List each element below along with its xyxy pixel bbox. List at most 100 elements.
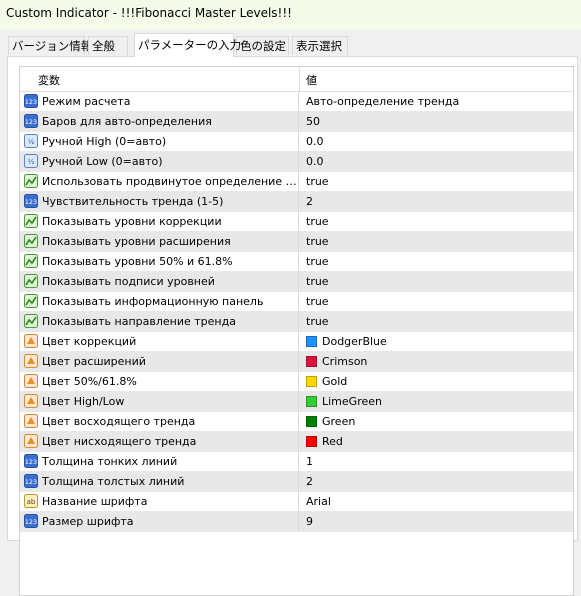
parameter-value[interactable]: LimeGreen	[322, 395, 382, 408]
parameter-name: Название шрифта	[42, 495, 148, 508]
tab-general[interactable]: 全般	[88, 36, 128, 55]
parameter-value[interactable]: Gold	[322, 375, 347, 388]
parameter-name-cell: Цвет 50%/61.8%	[20, 372, 299, 391]
parameter-row[interactable]: ½ Ручной High (0=авто) 0.0	[20, 132, 573, 152]
tab-color-settings[interactable]: 色の設定	[236, 36, 289, 55]
tab-version-info[interactable]: バージョン情報	[8, 36, 92, 55]
parameter-name: Цвет High/Low	[42, 395, 125, 408]
parameter-name-cell: Цвет коррекций	[20, 332, 299, 351]
parameter-row[interactable]: 123 Толщина толстых линий 2	[20, 472, 573, 492]
parameter-row[interactable]: Цвет расширений Crimson	[20, 352, 573, 372]
parameter-name: Показывать уровни расширения	[42, 235, 231, 248]
parameter-value-cell[interactable]: 0.0	[299, 152, 573, 171]
parameter-value[interactable]: 0.0	[306, 155, 324, 168]
bool-icon	[24, 214, 38, 228]
parameter-value[interactable]: true	[306, 295, 329, 308]
parameter-row[interactable]: 123 Режим расчета Авто-определение тренда	[20, 92, 573, 112]
parameter-value[interactable]: true	[306, 255, 329, 268]
parameter-value[interactable]: Red	[322, 435, 343, 448]
parameter-row[interactable]: Показывать уровни расширения true	[20, 232, 573, 252]
color-icon	[24, 374, 38, 388]
parameter-row[interactable]: 123 Толщина тонких линий 1	[20, 452, 573, 472]
tab-visualization[interactable]: 表示選択	[292, 36, 348, 55]
color-swatch	[306, 376, 317, 387]
bool-icon	[24, 254, 38, 268]
parameter-value[interactable]: 2	[306, 195, 313, 208]
parameter-value-cell[interactable]: 2	[299, 192, 573, 211]
parameter-value[interactable]: Arial	[306, 495, 331, 508]
parameter-value[interactable]: Авто-определение тренда	[306, 95, 459, 108]
parameter-value[interactable]: 50	[306, 115, 320, 128]
parameter-row[interactable]: ab Название шрифта Arial	[20, 492, 573, 512]
parameter-value-cell[interactable]: 9	[299, 512, 573, 531]
parameter-value[interactable]: true	[306, 315, 329, 328]
parameter-value-cell[interactable]: Crimson	[299, 352, 573, 371]
parameter-value-cell[interactable]: 1	[299, 452, 573, 471]
window-title: Custom Indicator - !!!Fibonacci Master L…	[6, 6, 292, 20]
parameter-value-cell[interactable]: true	[299, 232, 573, 251]
parameter-value-cell[interactable]: true	[299, 312, 573, 331]
parameter-value-cell[interactable]: LimeGreen	[299, 392, 573, 411]
svg-text:123: 123	[25, 478, 37, 486]
parameter-row[interactable]: Показывать уровни коррекции true	[20, 212, 573, 232]
parameter-name-cell: Показывать информационную панель	[20, 292, 299, 311]
parameter-value-cell[interactable]: true	[299, 292, 573, 311]
color-swatch	[306, 436, 317, 447]
parameter-value-cell[interactable]: true	[299, 272, 573, 291]
svg-text:123: 123	[25, 118, 37, 126]
parameter-name: Толщина толстых линий	[42, 475, 185, 488]
parameter-value-cell[interactable]: Arial	[299, 492, 573, 511]
parameter-value[interactable]: true	[306, 275, 329, 288]
parameter-value[interactable]: Crimson	[322, 355, 367, 368]
parameter-row[interactable]: Цвет восходящего тренда Green	[20, 412, 573, 432]
parameter-name-cell: Показывать подписи уровней	[20, 272, 299, 291]
color-icon	[24, 434, 38, 448]
parameter-name: Показывать уровни 50% и 61.8%	[42, 255, 233, 268]
tab-input-parameters[interactable]: パラメーターの入力	[134, 33, 241, 57]
parameter-row[interactable]: Показывать подписи уровней true	[20, 272, 573, 292]
parameter-row[interactable]: ½ Ручной Low (0=авто) 0.0	[20, 152, 573, 172]
parameter-name: Размер шрифта	[42, 515, 134, 528]
parameter-row[interactable]: Показывать направление тренда true	[20, 312, 573, 332]
parameter-value[interactable]: 2	[306, 475, 313, 488]
parameter-value-cell[interactable]: 2	[299, 472, 573, 491]
parameter-row[interactable]: Показывать уровни 50% и 61.8% true	[20, 252, 573, 272]
color-swatch	[306, 336, 317, 347]
column-header-variable[interactable]: 変数	[38, 72, 60, 88]
parameter-value-cell[interactable]: Авто-определение тренда	[299, 92, 573, 111]
parameter-value[interactable]: true	[306, 215, 329, 228]
parameter-value-cell[interactable]: Red	[299, 432, 573, 451]
parameter-value[interactable]: 9	[306, 515, 313, 528]
parameter-row[interactable]: 123 Чувствительность тренда (1-5) 2	[20, 192, 573, 212]
parameter-value[interactable]: 1	[306, 455, 313, 468]
parameter-row[interactable]: Цвет High/Low LimeGreen	[20, 392, 573, 412]
bool-icon	[24, 274, 38, 288]
parameter-row[interactable]: 123 Размер шрифта 9	[20, 512, 573, 532]
parameter-row[interactable]: Использовать продвинутое определение тр……	[20, 172, 573, 192]
parameter-row[interactable]: Цвет коррекций DodgerBlue	[20, 332, 573, 352]
color-swatch	[306, 416, 317, 427]
parameter-row[interactable]: Цвет нисходящего тренда Red	[20, 432, 573, 452]
parameter-name-cell: ½ Ручной High (0=авто)	[20, 132, 299, 151]
parameter-value-cell[interactable]: true	[299, 252, 573, 271]
parameter-value[interactable]: true	[306, 235, 329, 248]
parameter-value[interactable]: DodgerBlue	[322, 335, 387, 348]
parameter-value-cell[interactable]: true	[299, 172, 573, 191]
parameter-value-cell[interactable]: true	[299, 212, 573, 231]
parameter-row[interactable]: 123 Баров для авто-определения 50	[20, 112, 573, 132]
parameter-value-cell[interactable]: DodgerBlue	[299, 332, 573, 351]
parameter-value-cell[interactable]: 0.0	[299, 132, 573, 151]
double-icon: ½	[24, 134, 38, 148]
parameter-name-cell: 123 Режим расчета	[20, 92, 299, 111]
parameter-row[interactable]: Показывать информационную панель true	[20, 292, 573, 312]
parameter-value-cell[interactable]: 50	[299, 112, 573, 131]
parameter-value[interactable]: true	[306, 175, 329, 188]
parameter-value[interactable]: Green	[322, 415, 355, 428]
int-icon: 123	[24, 194, 38, 208]
parameter-name: Показывать уровни коррекции	[42, 215, 222, 228]
parameter-value-cell[interactable]: Green	[299, 412, 573, 431]
parameter-row[interactable]: Цвет 50%/61.8% Gold	[20, 372, 573, 392]
parameter-value-cell[interactable]: Gold	[299, 372, 573, 391]
column-header-value[interactable]: 値	[306, 72, 317, 88]
parameter-value[interactable]: 0.0	[306, 135, 324, 148]
